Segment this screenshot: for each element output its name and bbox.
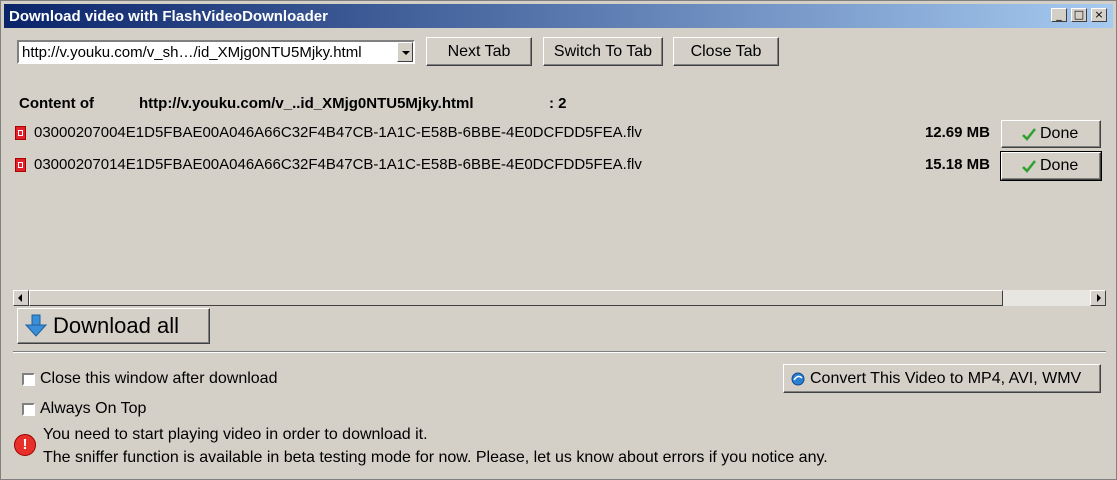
minimize-button[interactable]: _ — [1051, 8, 1067, 22]
maximize-button[interactable]: □ — [1071, 8, 1087, 22]
chevron-down-icon[interactable] — [397, 42, 413, 62]
file-row: 03000207004E1D5FBAE00A046A66C32F4B47CB-1… — [13, 120, 1103, 148]
done-label: Done — [1040, 157, 1079, 174]
scroll-left-icon[interactable] — [13, 290, 29, 306]
scroll-right-icon[interactable] — [1090, 290, 1106, 306]
tab-url-value: http://v.youku.com/v_sh…/id_XMjg0NTU5Mjk… — [22, 44, 362, 61]
tab-url-select[interactable]: http://v.youku.com/v_sh…/id_XMjg0NTU5Mjk… — [17, 40, 415, 64]
close-after-download-checkbox[interactable] — [22, 373, 35, 386]
check-icon — [1022, 128, 1036, 141]
file-size: 12.69 MB — [924, 124, 990, 141]
file-row: 03000207014E1D5FBAE00A046A66C32F4B47CB-1… — [13, 151, 1103, 181]
flv-file-icon — [15, 126, 26, 140]
close-after-download-label: Close this window after download — [40, 370, 278, 387]
error-icon: ! — [14, 434, 36, 456]
next-tab-button[interactable]: Next Tab — [426, 37, 532, 66]
content-of-label: Content of — [19, 95, 94, 112]
file-name: 03000207004E1D5FBAE00A046A66C32F4B47CB-1… — [34, 124, 642, 141]
close-tab-button[interactable]: Close Tab — [673, 37, 779, 66]
convert-icon — [791, 372, 805, 386]
always-on-top-label: Always On Top — [40, 400, 147, 417]
scrollbar-thumb[interactable] — [29, 290, 1003, 306]
horizontal-scrollbar[interactable] — [13, 290, 1106, 306]
app-window: Download video with FlashVideoDownloader… — [0, 0, 1117, 480]
notice-line-2: The sniffer function is available in bet… — [43, 449, 828, 466]
done-button[interactable]: Done — [1000, 151, 1102, 181]
close-window-button[interactable]: × — [1091, 8, 1107, 22]
notice-line-1: You need to start playing video in order… — [43, 426, 428, 443]
switch-to-tab-button[interactable]: Switch To Tab — [543, 37, 663, 66]
file-name: 03000207014E1D5FBAE00A046A66C32F4B47CB-1… — [34, 156, 642, 173]
flv-file-icon — [15, 158, 26, 172]
file-size: 15.18 MB — [924, 156, 990, 173]
check-icon — [1022, 160, 1036, 173]
title-bar[interactable]: Download video with FlashVideoDownloader… — [4, 4, 1113, 28]
done-button[interactable]: Done — [1001, 120, 1101, 148]
download-all-label: Download all — [53, 313, 179, 338]
convert-video-label: Convert This Video to MP4, AVI, WMV — [810, 370, 1082, 387]
window-title: Download video with FlashVideoDownloader — [9, 8, 328, 25]
always-on-top-checkbox[interactable] — [22, 403, 35, 416]
content-count: : 2 — [549, 95, 567, 112]
down-arrow-icon — [24, 314, 48, 337]
content-url: http://v.youku.com/v_..id_XMjg0NTU5Mjky.… — [139, 95, 474, 112]
done-label: Done — [1040, 125, 1079, 142]
download-all-button[interactable]: Download all — [17, 308, 210, 344]
divider — [13, 351, 1106, 353]
convert-video-button[interactable]: Convert This Video to MP4, AVI, WMV — [783, 364, 1101, 393]
